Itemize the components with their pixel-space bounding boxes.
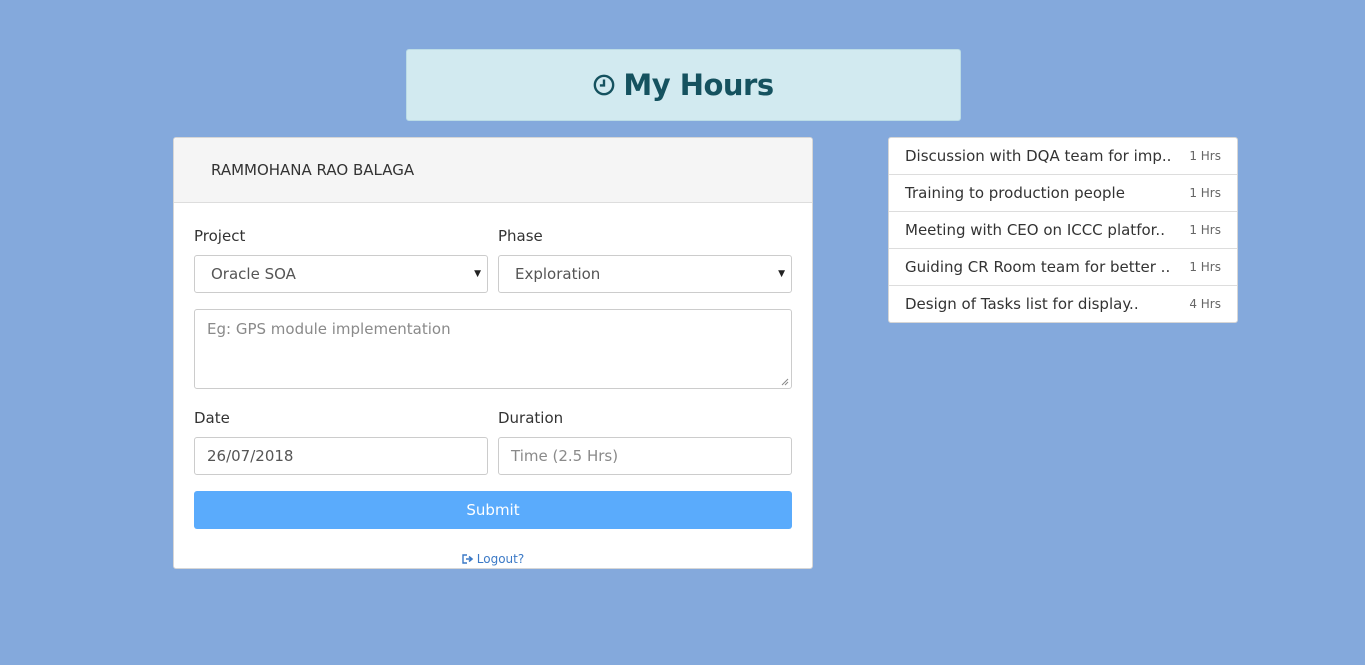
- task-title: Training to production people: [905, 184, 1125, 202]
- duration-input[interactable]: Time (2.5 Hrs): [498, 437, 792, 475]
- page-title: My Hours: [623, 68, 774, 102]
- logout-link[interactable]: Logout?: [174, 552, 812, 566]
- task-title: Design of Tasks list for display..: [905, 295, 1139, 313]
- task-title: Guiding CR Room team for better ..: [905, 258, 1171, 276]
- chevron-down-icon: ▼: [778, 269, 785, 279]
- date-input[interactable]: 26/07/2018: [194, 437, 488, 475]
- task-title: Meeting with CEO on ICCC platfor..: [905, 221, 1165, 239]
- date-label: Date: [194, 409, 230, 427]
- logout-icon: [462, 554, 474, 564]
- page-title-banner: My Hours: [406, 49, 961, 121]
- clock-icon: [594, 74, 615, 96]
- task-hours: 1 Hrs: [1189, 149, 1221, 163]
- description-placeholder: Eg: GPS module implementation: [207, 320, 451, 338]
- resize-grip-icon[interactable]: [781, 378, 789, 386]
- list-item[interactable]: Training to production people 1 Hrs: [889, 175, 1237, 212]
- task-hours: 1 Hrs: [1189, 186, 1221, 200]
- project-select-value: Oracle SOA: [211, 265, 296, 283]
- logout-label: Logout?: [476, 552, 525, 566]
- task-hours: 1 Hrs: [1189, 260, 1221, 274]
- list-item[interactable]: Meeting with CEO on ICCC platfor.. 1 Hrs: [889, 212, 1237, 249]
- user-name: RAMMOHANA RAO BALAGA: [211, 161, 415, 179]
- chevron-down-icon: ▼: [474, 269, 481, 279]
- timesheet-form-panel: RAMMOHANA RAO BALAGA Project Oracle SOA …: [173, 137, 813, 569]
- list-item[interactable]: Design of Tasks list for display.. 4 Hrs: [889, 286, 1237, 322]
- list-item[interactable]: Discussion with DQA team for imp.. 1 Hrs: [889, 138, 1237, 175]
- phase-label: Phase: [498, 227, 543, 245]
- duration-label: Duration: [498, 409, 564, 427]
- task-hours: 4 Hrs: [1189, 297, 1221, 311]
- list-item[interactable]: Guiding CR Room team for better .. 1 Hrs: [889, 249, 1237, 286]
- form-panel-header: RAMMOHANA RAO BALAGA: [174, 138, 812, 203]
- phase-select-value: Exploration: [515, 265, 601, 283]
- project-label: Project: [194, 227, 246, 245]
- duration-placeholder: Time (2.5 Hrs): [511, 447, 619, 465]
- submit-button[interactable]: Submit: [194, 491, 792, 529]
- date-input-value: 26/07/2018: [207, 447, 294, 465]
- task-list: Discussion with DQA team for imp.. 1 Hrs…: [888, 137, 1238, 323]
- task-title: Discussion with DQA team for imp..: [905, 147, 1172, 165]
- description-textarea[interactable]: Eg: GPS module implementation: [194, 309, 792, 389]
- task-hours: 1 Hrs: [1189, 223, 1221, 237]
- project-select[interactable]: Oracle SOA ▼: [194, 255, 488, 293]
- phase-select[interactable]: Exploration ▼: [498, 255, 792, 293]
